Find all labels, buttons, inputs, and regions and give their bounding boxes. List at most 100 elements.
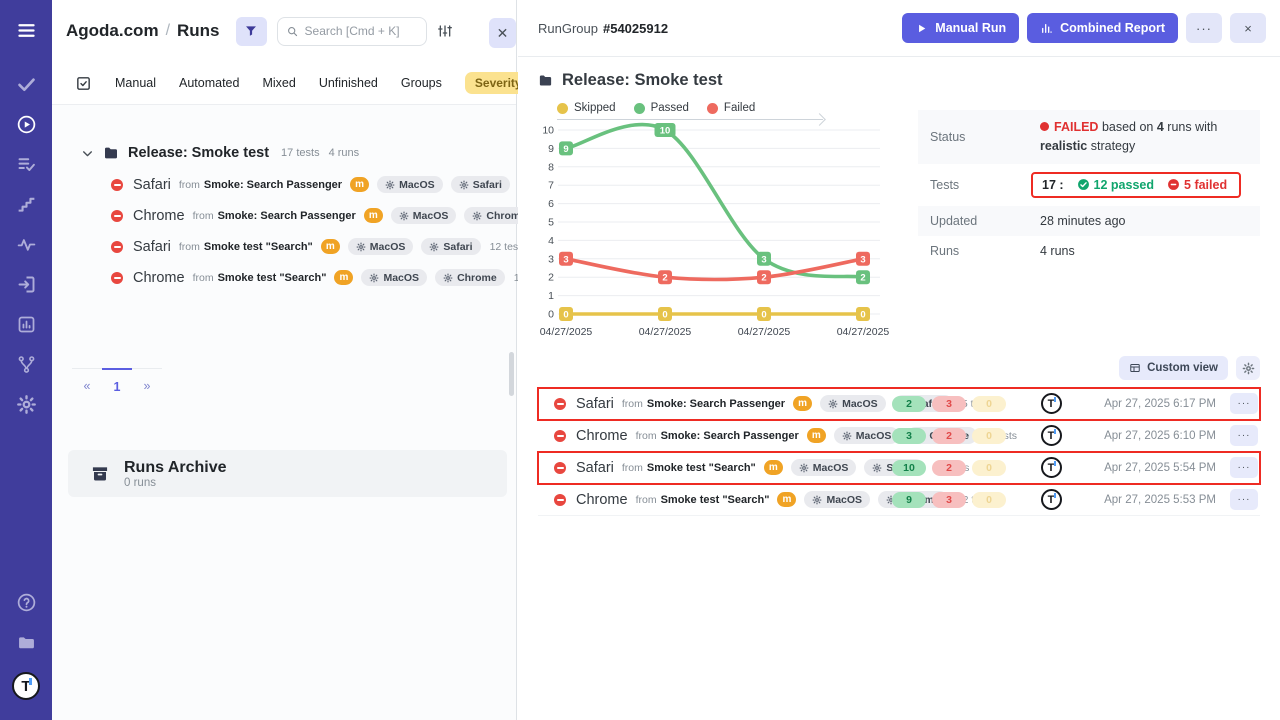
run-date: Apr 27, 2025 5:54 PM [1078,462,1216,474]
search-icon [286,25,299,38]
skipped-count: 0 [972,492,1006,508]
manual-badge: m [364,208,383,223]
detail-row-updated: Updated 28 minutes ago [918,206,1260,236]
table-row[interactable]: Safari from Smoke test "Search" m MacOS … [538,452,1260,484]
tab-groups[interactable]: Groups [401,76,442,90]
run-item[interactable]: Chrome from Smoke: Search Passenger m Ma… [52,200,516,231]
row-more-button[interactable]: ··· [1230,489,1258,510]
svg-text:0: 0 [662,310,667,321]
runs-chart: Skipped Passed Failed 01234567891004/27/… [538,96,910,340]
result-counts: 2 3 0 [892,396,1024,412]
detail-row-tests: Tests 17 : 12 passed 5 failed [918,164,1260,206]
table-row[interactable]: Safari from Smoke: Search Passenger m Ma… [538,388,1260,420]
pagination-page-1[interactable]: 1 [102,368,132,394]
table-row[interactable]: Chrome from Smoke test "Search" m MacOS … [538,484,1260,516]
menu-icon[interactable] [6,10,46,50]
combined-report-button[interactable]: Combined Report [1027,13,1178,43]
env-pill-os: MacOS [361,269,427,286]
pagination-prev[interactable]: « [72,369,102,394]
table-settings-button[interactable] [1236,356,1260,380]
detail-row-status: Status FAILED based on 4 runs with reali… [918,110,1260,164]
run-name[interactable]: Safari [133,239,171,255]
failed-status-icon [554,398,566,410]
scrollbar-thumb[interactable] [509,352,514,396]
run-group-name[interactable]: Release: Smoke test [128,145,269,161]
panel-close-button[interactable]: ✕ [489,18,516,48]
app-logo[interactable]: T [6,666,46,706]
runs-play-circle-icon[interactable] [6,104,46,144]
analytics-bar-chart-icon[interactable] [6,304,46,344]
svg-text:04/27/2025: 04/27/2025 [639,326,692,338]
search-input[interactable] [305,24,418,38]
svg-text:0: 0 [548,309,554,321]
help-icon[interactable] [6,582,46,622]
close-detail-button[interactable]: × [1230,13,1266,43]
manual-badge: m [321,239,340,254]
updated-label: Updated [930,214,1040,228]
table-row[interactable]: Chrome from Smoke: Search Passenger m Ma… [538,420,1260,452]
run-name[interactable]: Safari [576,396,614,412]
run-name[interactable]: Safari [576,460,614,476]
svg-text:2: 2 [860,273,865,284]
runs-value: 4 runs [1040,244,1248,258]
view-options-sliders-icon[interactable] [437,23,453,39]
run-name[interactable]: Chrome [133,208,185,224]
run-name[interactable]: Chrome [576,428,628,444]
run-from-label: from [193,210,214,222]
minus-circle-icon [1167,178,1180,191]
manual-run-button[interactable]: Manual Run [902,13,1019,43]
more-actions-button[interactable]: ··· [1186,13,1222,43]
rungroup-details-table: Status FAILED based on 4 runs with reali… [918,110,1260,340]
run-name[interactable]: Chrome [133,270,185,286]
row-more-button[interactable]: ··· [1230,393,1258,414]
table-view-icon [1129,362,1141,374]
pagination-next[interactable]: » [132,369,162,394]
svg-text:0: 0 [563,310,568,321]
chevron-down-icon[interactable] [81,147,94,160]
run-source: Smoke: Search Passenger [647,398,785,410]
svg-text:6: 6 [548,198,554,210]
activity-pulse-icon[interactable] [6,224,46,264]
run-from-label: from [622,462,643,474]
import-icon[interactable] [6,264,46,304]
breadcrumb-project[interactable]: Agoda.com [66,21,159,41]
annotation-box-tests: 17 : 12 passed 5 failed [1031,172,1241,198]
tab-automated[interactable]: Automated [179,76,239,90]
run-source: Smoke: Search Passenger [204,179,342,191]
svg-text:04/27/2025: 04/27/2025 [837,326,890,338]
milestones-steps-icon[interactable] [6,184,46,224]
runs-label: Runs [930,244,1040,258]
select-runs-icon[interactable] [75,75,92,92]
row-more-button[interactable]: ··· [1230,425,1258,446]
failed-count: 3 [932,396,966,412]
tab-mixed[interactable]: Mixed [262,76,295,90]
branches-icon[interactable] [6,344,46,384]
app-sidebar: T [0,0,52,720]
run-date: Apr 27, 2025 6:10 PM [1078,430,1216,442]
run-name[interactable]: Safari [133,177,171,193]
run-name[interactable]: Chrome [576,492,628,508]
detail-content: Release: Smoke test Skipped Passed Faile… [518,71,1280,516]
svg-text:04/27/2025: 04/27/2025 [540,326,593,338]
gear-icon [356,242,366,252]
detail-row-runs: Runs 4 runs [918,236,1260,266]
run-item[interactable]: Safari from Smoke: Search Passenger m Ma… [52,169,516,200]
runs-archive-bar[interactable]: Runs Archive 0 runs [68,450,507,497]
gear-icon [872,463,882,473]
search-box[interactable] [277,17,427,46]
funnel-icon [244,24,258,38]
line-chart: 01234567891004/27/202504/27/202504/27/20… [538,122,908,340]
filter-button[interactable] [236,17,267,46]
custom-view-button[interactable]: Custom view [1119,356,1228,380]
tab-unfinished[interactable]: Unfinished [319,76,378,90]
run-item[interactable]: Chrome from Smoke test "Search" m MacOS … [52,262,516,293]
tests-check-icon[interactable] [6,64,46,104]
run-source: Smoke: Search Passenger [218,210,356,222]
run-group-row[interactable]: Release: Smoke test 17 tests 4 runs [52,137,516,169]
projects-folder-icon[interactable] [6,622,46,662]
row-more-button[interactable]: ··· [1230,457,1258,478]
tab-manual[interactable]: Manual [115,76,156,90]
run-item[interactable]: Safari from Smoke test "Search" m MacOS … [52,231,516,262]
settings-gear-icon[interactable] [6,384,46,424]
test-plans-list-check-icon[interactable] [6,144,46,184]
